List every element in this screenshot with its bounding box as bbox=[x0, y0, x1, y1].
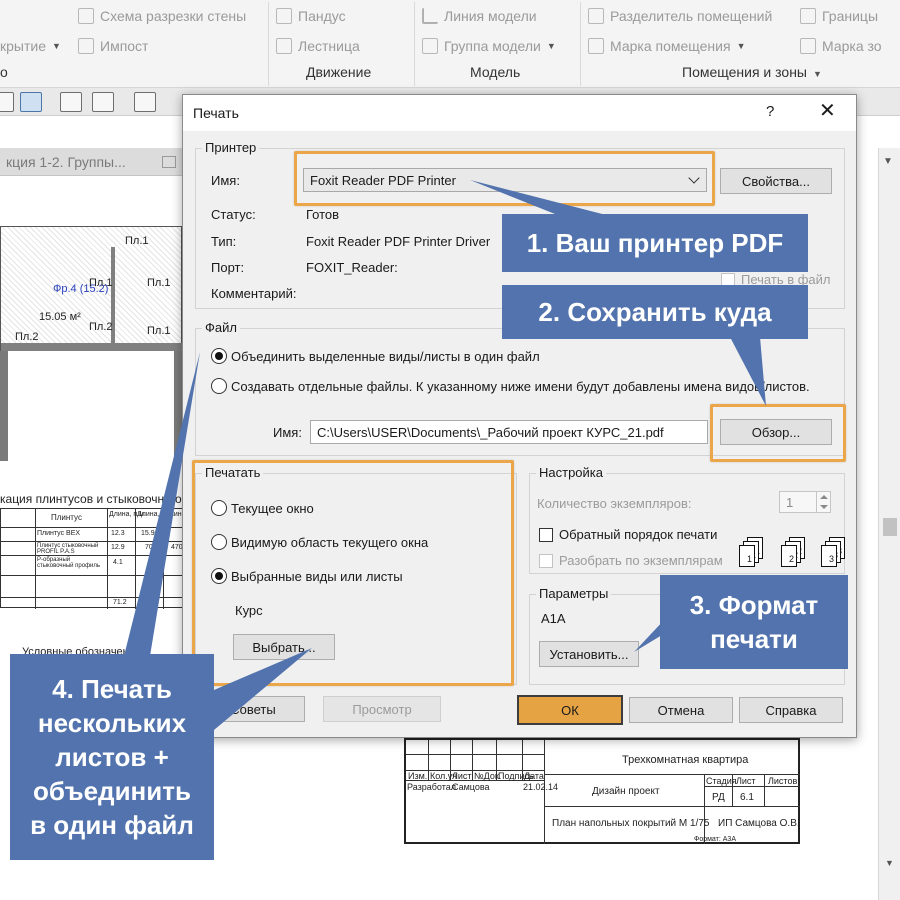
pointer-1 bbox=[470, 180, 610, 216]
pointer-4b bbox=[214, 648, 312, 730]
pointer-2 bbox=[730, 337, 766, 406]
callout-printer: 1. Ваш принтер PDF bbox=[502, 214, 808, 272]
callout-save-location: 2. Сохранить куда bbox=[502, 285, 808, 339]
callout-multi-sheet: 4. Печать нескольких листов + объединить… bbox=[10, 654, 214, 860]
callout-print-format: 3. Формат печати bbox=[660, 575, 848, 669]
pointer-4a bbox=[124, 352, 200, 656]
